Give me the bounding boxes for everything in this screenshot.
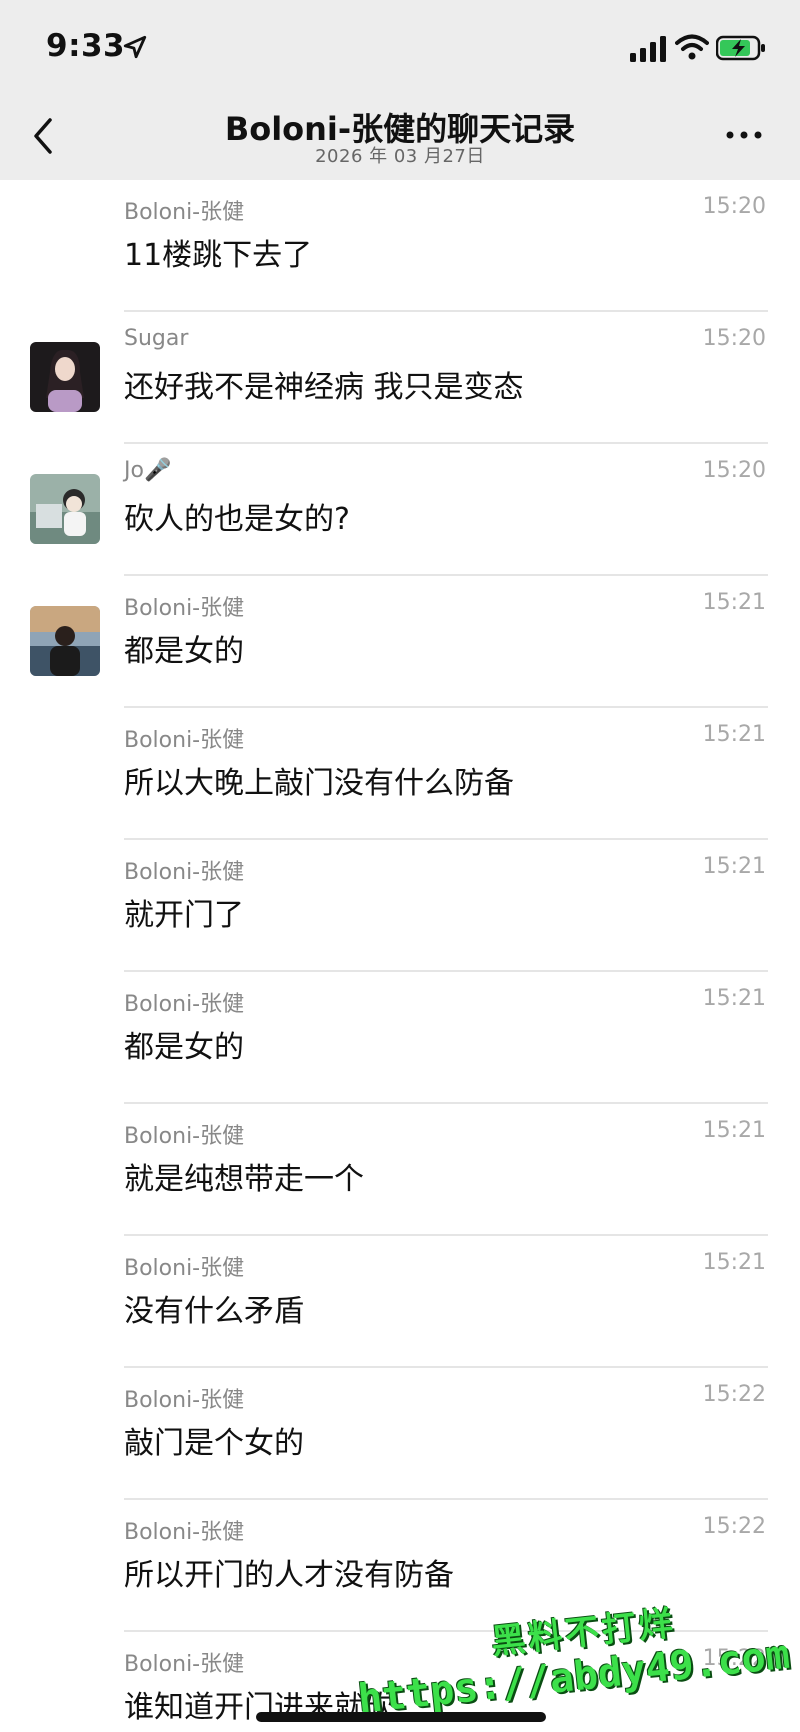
- message-sender: Jo🎤: [124, 458, 172, 483]
- status-bar: 9:33: [0, 0, 800, 90]
- message-time: 15:20: [702, 326, 766, 351]
- message-time: 15:22: [702, 1382, 766, 1407]
- message-item: Boloni-张健 15:22 敲门是个女的: [0, 1368, 800, 1500]
- message-item: Sugar 15:20 还好我不是神经病 我只是变态: [0, 312, 800, 444]
- avatar-jo[interactable]: [30, 474, 100, 544]
- message-item: Boloni-张健 15:21 就是纯想带走一个: [0, 1104, 800, 1236]
- message-sender: Boloni-张健: [124, 200, 245, 225]
- message-text: 还好我不是神经病 我只是变态: [124, 370, 524, 405]
- message-sender: Boloni-张健: [124, 1652, 245, 1677]
- message-sender: Boloni-张健: [124, 596, 245, 621]
- message-text: 所以大晚上敲门没有什么防备: [124, 766, 514, 801]
- message-sender: Boloni-张健: [124, 1388, 245, 1413]
- message-item: Boloni-张健 15:20 11楼跳下去了: [0, 180, 800, 312]
- cellular-signal-icon: [630, 36, 666, 62]
- avatar-sugar[interactable]: [30, 342, 100, 412]
- top-bar: 9:33 Boloni-张健的聊天记录 2026 年 03 月27日: [0, 0, 800, 180]
- message-time: 15:22: [702, 1514, 766, 1539]
- message-item: Jo🎤 15:20 砍人的也是女的?: [0, 444, 800, 576]
- message-text: 砍人的也是女的?: [124, 502, 350, 537]
- message-time: 15:21: [702, 1118, 766, 1143]
- message-sender: Sugar: [124, 326, 189, 351]
- message-item: Boloni-张健 15:21 都是女的: [0, 972, 800, 1104]
- message-text: 都是女的: [124, 1030, 244, 1065]
- message-text: 就开门了: [124, 898, 244, 933]
- message-item: Boloni-张健 15:22 所以开门的人才没有防备: [0, 1500, 800, 1632]
- microphone-icon: 🎤: [143, 458, 172, 483]
- message-time: 15:21: [702, 1250, 766, 1275]
- wifi-icon: [675, 34, 709, 60]
- message-time: 15:20: [702, 458, 766, 483]
- message-list[interactable]: Boloni-张健 15:20 11楼跳下去了 Sugar 15:20 还好我不…: [0, 180, 800, 1732]
- ellipsis-icon[interactable]: [724, 128, 764, 142]
- message-time: 15:21: [702, 722, 766, 747]
- location-arrow-icon: [123, 35, 147, 59]
- message-text: 敲门是个女的: [124, 1426, 304, 1461]
- message-time: 15:21: [702, 854, 766, 879]
- message-text: 就是纯想带走一个: [124, 1162, 364, 1197]
- avatar-boloni[interactable]: [30, 606, 100, 676]
- message-text: 都是女的: [124, 634, 244, 669]
- message-time: 15:21: [702, 986, 766, 1011]
- message-sender: Boloni-张健: [124, 728, 245, 753]
- page-subtitle-date: 2026 年 03 月27日: [315, 146, 485, 167]
- message-time: 15:20: [702, 194, 766, 219]
- message-sender: Boloni-张健: [124, 992, 245, 1017]
- message-sender: Boloni-张健: [124, 1124, 245, 1149]
- message-text: 11楼跳下去了: [124, 238, 313, 273]
- message-item: Boloni-张健 15:21 没有什么矛盾: [0, 1236, 800, 1368]
- message-sender: Boloni-张健: [124, 1256, 245, 1281]
- message-item: Boloni-张健 15:21 就开门了: [0, 840, 800, 972]
- chevron-left-icon[interactable]: [30, 116, 56, 156]
- battery-charging-icon: [716, 35, 765, 61]
- message-sender: Boloni-张健: [124, 1520, 245, 1545]
- message-item: Boloni-张健 15:21 所以大晚上敲门没有什么防备: [0, 708, 800, 840]
- message-sender: Boloni-张健: [124, 860, 245, 885]
- message-time: 15:21: [702, 590, 766, 615]
- message-text: 所以开门的人才没有防备: [124, 1558, 454, 1593]
- message-text: 没有什么矛盾: [124, 1294, 304, 1329]
- home-indicator[interactable]: [256, 1712, 546, 1722]
- status-time: 9:33: [46, 28, 126, 64]
- message-item: Boloni-张健 15:21 都是女的: [0, 576, 800, 708]
